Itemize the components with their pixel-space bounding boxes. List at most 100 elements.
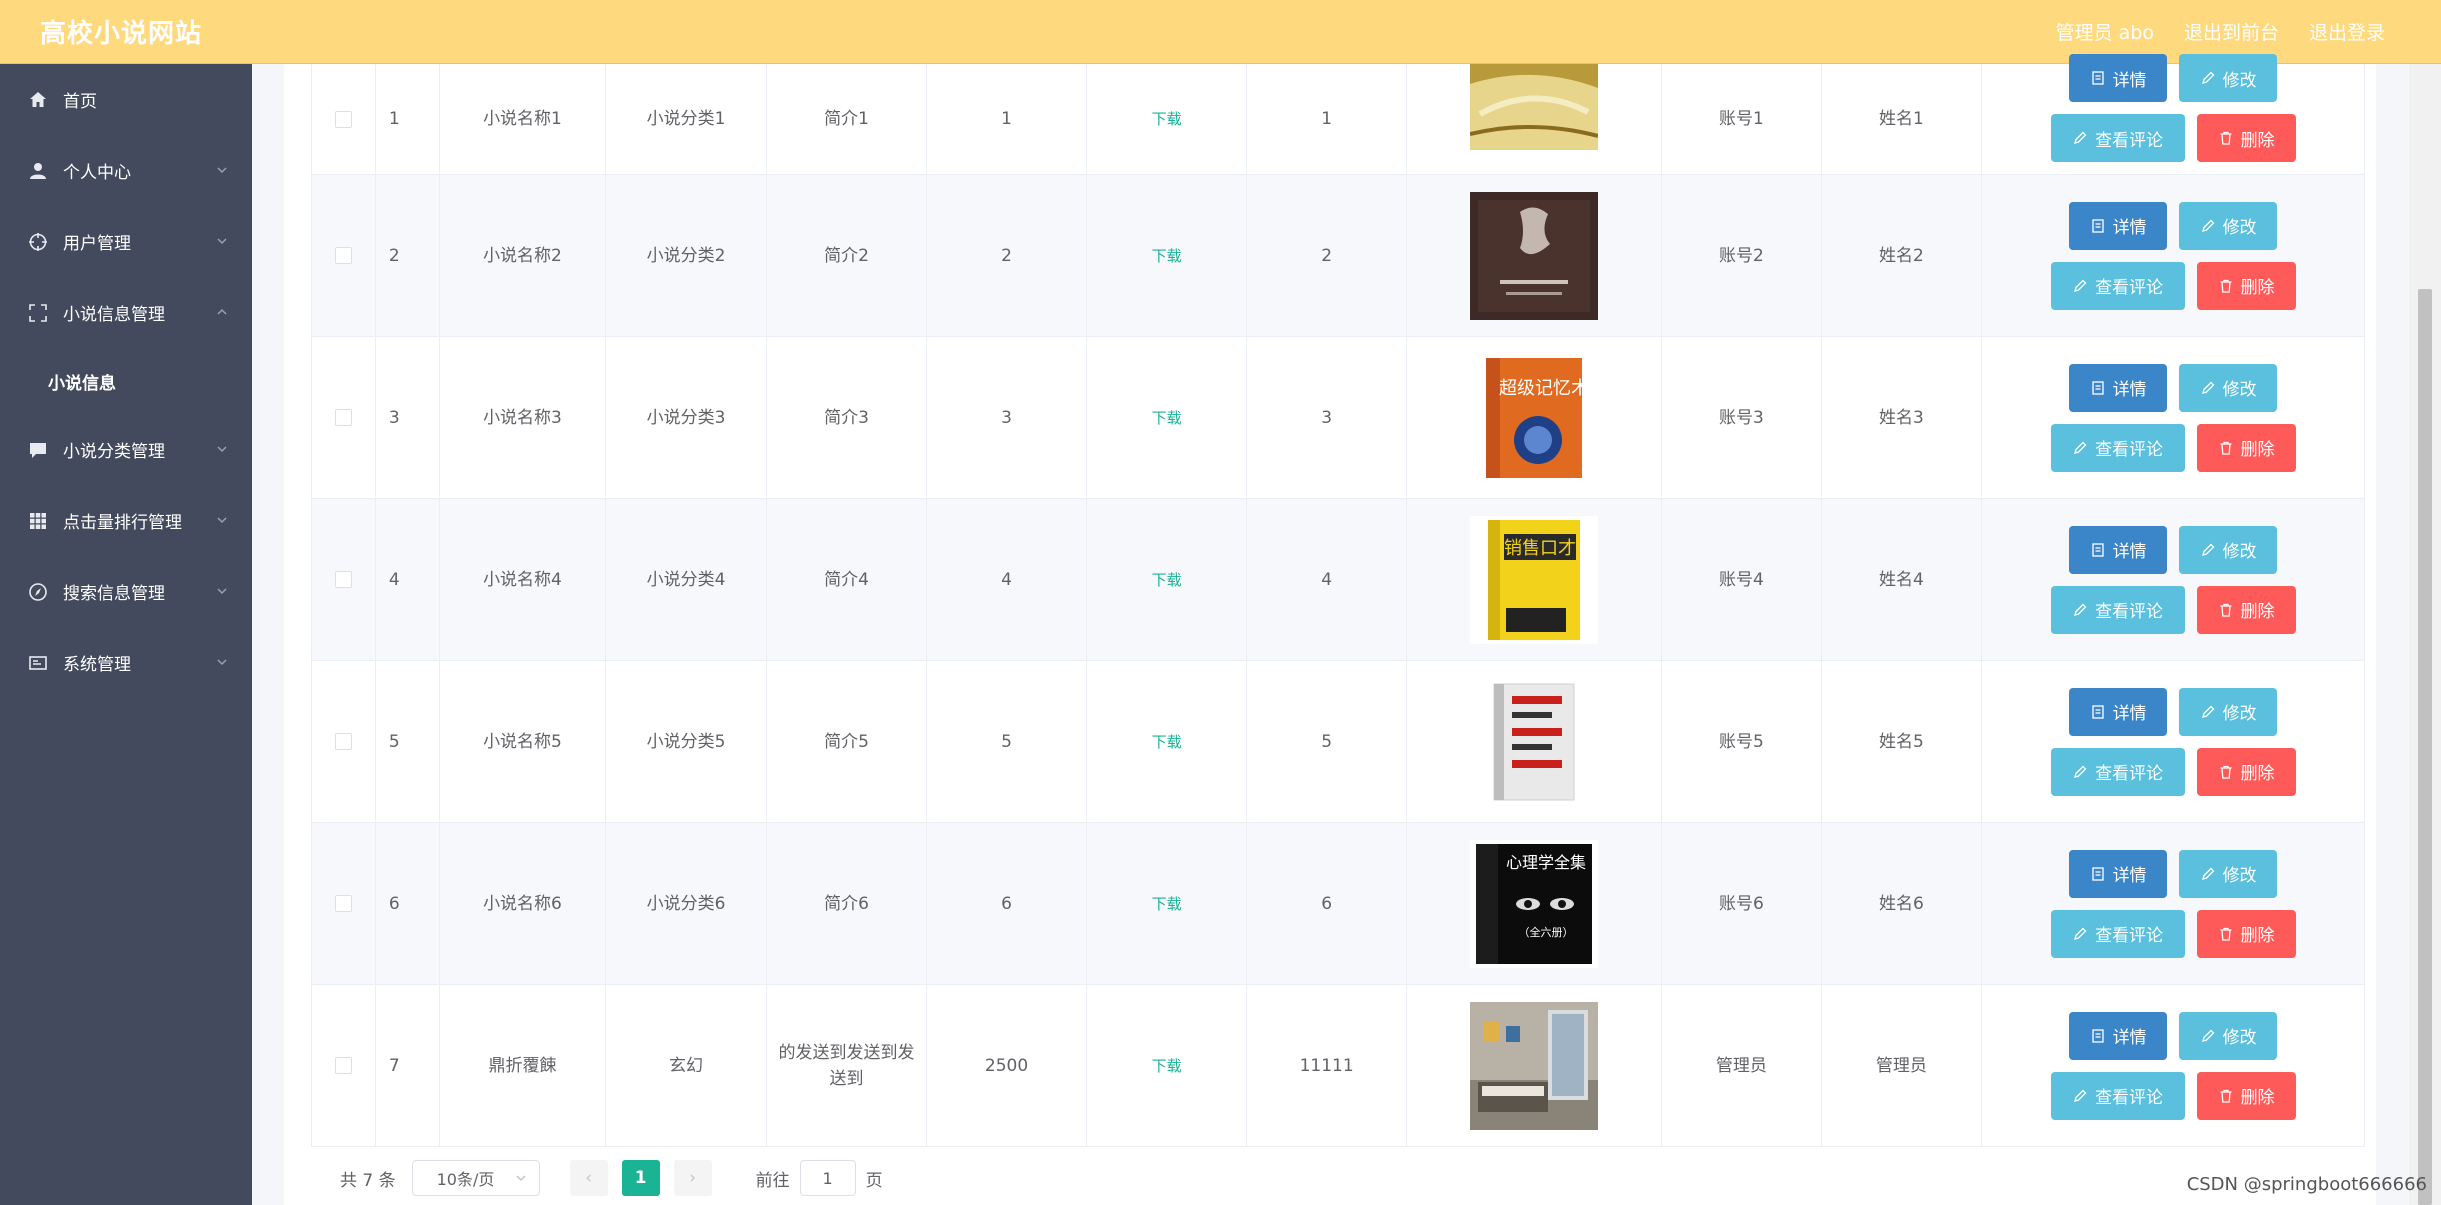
detail-button[interactable]: 详情 (2069, 201, 2168, 250)
row-checkbox[interactable] (334, 895, 352, 912)
document-icon (2091, 866, 2104, 881)
download-link[interactable]: 下载 (1152, 729, 1182, 755)
sidebar-item-novel-info-management[interactable]: 小说信息管理 (0, 277, 252, 348)
logout-link[interactable]: 退出登录 (2309, 18, 2385, 45)
view-comments-button[interactable]: 查看评论 (2050, 1071, 2185, 1120)
sidebar-item-label: 点击量排行管理 (63, 513, 182, 533)
delete-button[interactable]: 删除 (2196, 747, 2296, 796)
back-to-front-link[interactable]: 退出到前台 (2184, 18, 2279, 45)
page-unit-label: 页 (865, 1170, 883, 1191)
cover-cell: 心理学全集 （全六册） (1407, 823, 1663, 984)
account-cell: 账号3 (1662, 337, 1822, 498)
admin-label: 管理员 abo (2055, 22, 2154, 44)
chevron-down-icon (217, 166, 227, 173)
trash-icon (2220, 603, 2232, 617)
index-cell: 7 (376, 985, 440, 1146)
delete-button[interactable]: 删除 (2196, 585, 2296, 634)
view-comments-button[interactable]: 查看评论 (2050, 747, 2185, 796)
total-count: 共 7 条 (340, 1170, 396, 1191)
page-size-select[interactable]: 10条/页 (411, 1160, 540, 1196)
detail-button[interactable]: 详情 (2069, 54, 2168, 102)
svg-text:超级记忆术: 超级记忆术 (1499, 378, 1589, 399)
row-checkbox[interactable] (334, 571, 352, 588)
download-link[interactable]: 下载 (1152, 405, 1182, 431)
delete-button[interactable]: 删除 (2196, 909, 2296, 958)
username-cell: 姓名2 (1822, 175, 1983, 336)
edit-button[interactable]: 修改 (2179, 525, 2278, 574)
sidebar-item-search-info-management[interactable]: 搜索信息管理 (0, 556, 252, 627)
operations-cell: 详情 修改 查看评论 删除 (1982, 499, 2365, 660)
row-checkbox[interactable] (334, 733, 352, 750)
edit-button[interactable]: 修改 (2179, 1011, 2278, 1060)
pencil-icon (2074, 131, 2087, 144)
table-row: 6 小说名称6 小说分类6 简介6 6 下载 6 心理学全集 （全六册） 账号6 … (312, 823, 2365, 985)
download-link[interactable]: 下载 (1152, 891, 1182, 917)
sidebar-item-novel-category-management[interactable]: 小说分类管理 (0, 414, 252, 485)
row-checkbox[interactable] (334, 110, 352, 128)
cover-cell (1407, 661, 1663, 822)
vertical-scrollbar[interactable] (2409, 64, 2441, 1205)
sidebar-subitem-novel-info[interactable]: 小说信息 (0, 348, 252, 414)
view-comments-button[interactable]: 查看评论 (2050, 423, 2185, 472)
main-content: 1 小说名称1 小说分类1 简介1 1 下载 1 账号1 姓名1 详情 修改 查… (252, 54, 2409, 1205)
page-number-current[interactable]: 1 (621, 1160, 660, 1196)
edit-button[interactable]: 修改 (2179, 201, 2278, 250)
number-cell: 1 (927, 64, 1087, 174)
view-comments-button[interactable]: 查看评论 (2050, 909, 2185, 958)
sidebar-item-label: 小说分类管理 (63, 442, 165, 462)
pencil-icon (2074, 1089, 2087, 1102)
clicks-cell: 1 (1247, 64, 1407, 174)
delete-button[interactable]: 删除 (2196, 423, 2296, 472)
delete-button[interactable]: 删除 (2196, 261, 2296, 310)
sidebar-item-system-management[interactable]: 系统管理 (0, 627, 252, 698)
download-link[interactable]: 下载 (1152, 243, 1182, 269)
pencil-icon (2201, 543, 2214, 556)
edit-button[interactable]: 修改 (2179, 849, 2278, 898)
sidebar-item-user-management[interactable]: 用户管理 (0, 206, 252, 277)
detail-button[interactable]: 详情 (2069, 525, 2168, 574)
view-comments-button[interactable]: 查看评论 (2050, 114, 2185, 162)
detail-button[interactable]: 详情 (2069, 363, 2168, 412)
expand-icon (27, 302, 49, 324)
number-cell: 6 (927, 823, 1087, 984)
index-cell: 3 (376, 337, 440, 498)
chevron-down-icon (217, 445, 227, 452)
name-cell: 小说名称2 (440, 175, 607, 336)
edit-button[interactable]: 修改 (2179, 363, 2278, 412)
category-cell: 小说分类2 (606, 175, 767, 336)
next-page-button[interactable]: › (673, 1160, 712, 1196)
delete-button[interactable]: 删除 (2196, 1071, 2296, 1120)
row-checkbox[interactable] (334, 409, 352, 426)
operations-cell: 详情 修改 查看评论 删除 (1982, 661, 2365, 822)
cover-image: 超级记忆术 (1470, 353, 1598, 482)
chevron-down-icon (217, 516, 227, 523)
row-checkbox[interactable] (334, 1057, 352, 1074)
sidebar-item-label: 搜索信息管理 (63, 584, 165, 604)
view-comments-button[interactable]: 查看评论 (2050, 261, 2185, 310)
index-cell: 1 (376, 64, 440, 174)
detail-button[interactable]: 详情 (2069, 687, 2168, 736)
pencil-icon (2074, 603, 2087, 616)
sidebar-item-click-ranking-management[interactable]: 点击量排行管理 (0, 485, 252, 556)
edit-button[interactable]: 修改 (2179, 687, 2278, 736)
goto-page-input[interactable]: 1 (799, 1160, 856, 1196)
pencil-icon (2074, 765, 2087, 778)
prev-page-button[interactable]: ‹ (569, 1160, 608, 1196)
clicks-cell: 3 (1247, 337, 1407, 498)
sidebar-item-personal-center[interactable]: 个人中心 (0, 135, 252, 206)
row-checkbox[interactable] (334, 247, 352, 264)
document-icon (2091, 71, 2104, 85)
detail-button[interactable]: 详情 (2069, 849, 2168, 898)
view-comments-button[interactable]: 查看评论 (2050, 585, 2185, 634)
delete-button[interactable]: 删除 (2196, 114, 2296, 162)
download-link[interactable]: 下载 (1152, 1053, 1182, 1079)
category-cell: 小说分类4 (606, 499, 767, 660)
document-icon (2091, 218, 2104, 233)
sidebar-item-home[interactable]: 首页 (0, 64, 252, 135)
sidebar-item-label: 系统管理 (63, 655, 131, 675)
scrollbar-thumb[interactable] (2418, 289, 2432, 1205)
download-link[interactable]: 下载 (1152, 106, 1182, 132)
download-link[interactable]: 下载 (1152, 567, 1182, 593)
edit-button[interactable]: 修改 (2179, 54, 2278, 102)
detail-button[interactable]: 详情 (2069, 1011, 2168, 1060)
